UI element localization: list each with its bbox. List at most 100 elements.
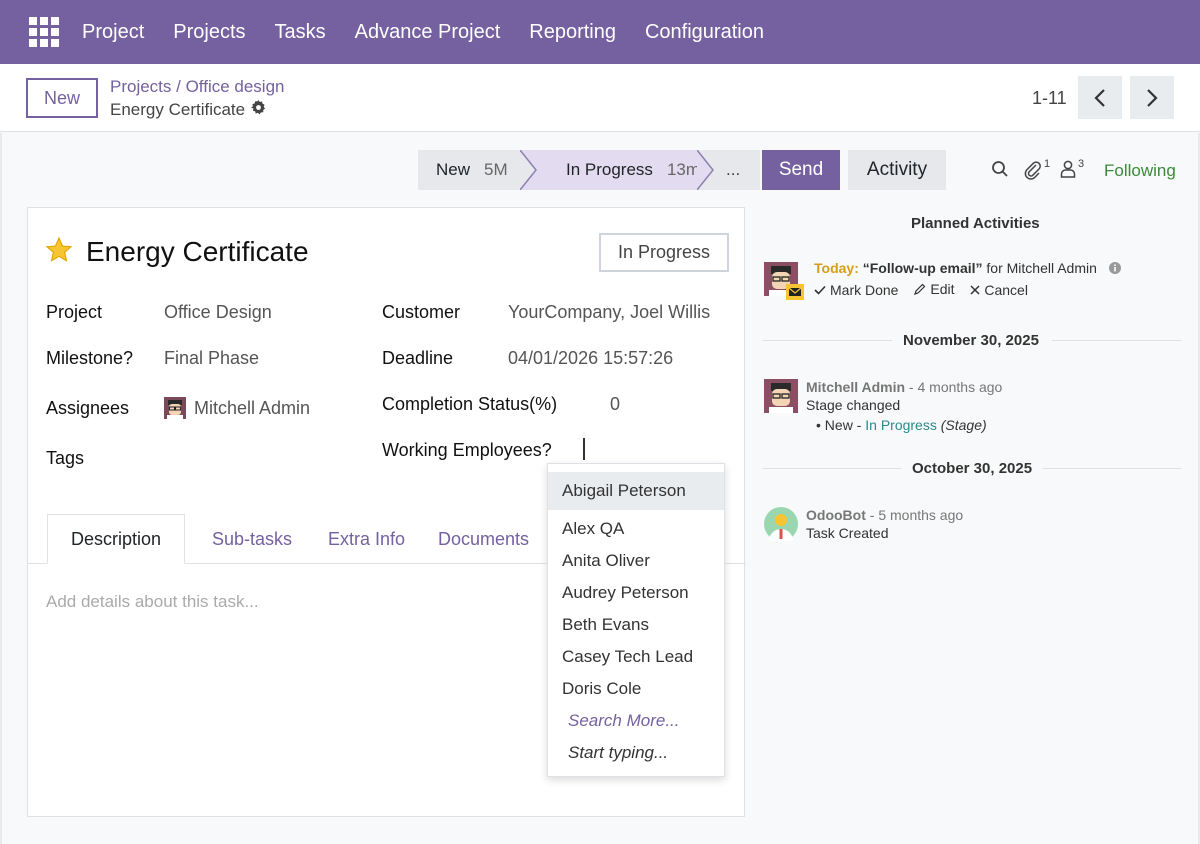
edit-activity-button[interactable]: Edit	[914, 281, 954, 297]
assignee-avatar	[164, 397, 186, 419]
working-employees-input[interactable]	[583, 438, 585, 460]
nav-advance-project[interactable]: Advance Project	[355, 21, 501, 44]
completion-label: Completion Status(%)	[382, 394, 558, 414]
assignees-label: Assignees	[46, 398, 130, 418]
tab-documents[interactable]: Documents	[438, 514, 529, 564]
tracking-old-value: New -	[824, 417, 866, 433]
stage-new[interactable]: New 5M	[418, 150, 536, 190]
milestone-label: Milestone?	[46, 348, 134, 368]
project-label: Project	[46, 302, 103, 322]
cancel-activity-button[interactable]: Cancel	[970, 282, 1028, 298]
nav-reporting[interactable]: Reporting	[529, 21, 616, 44]
stage-duration: 5M	[484, 160, 508, 179]
completion-field[interactable]: 0	[610, 394, 620, 415]
deadline-field[interactable]: 04/01/2026 15:57:26	[508, 348, 673, 369]
stage-label: New	[436, 160, 471, 179]
nav-configuration[interactable]: Configuration	[645, 21, 764, 44]
date-divider-line	[762, 340, 892, 341]
dropdown-option[interactable]: Audrey Peterson	[548, 577, 724, 609]
message-body: Task Created	[806, 525, 889, 541]
followers-button[interactable]: 3	[1060, 158, 1085, 178]
user-icon	[1060, 160, 1076, 178]
stage-statusbar: New 5M In Progress 13m ...	[418, 150, 760, 190]
activity-for: for Mitchell Admin	[986, 260, 1097, 276]
send-message-button[interactable]: Send	[762, 150, 840, 190]
pager-value[interactable]: 1-11	[1032, 88, 1067, 109]
employee-autocomplete-dropdown: Abigail Peterson Alex QA Anita Oliver Au…	[547, 463, 725, 777]
customer-field[interactable]: YourCompany, Joel Willis	[508, 302, 710, 323]
info-icon[interactable]	[1108, 261, 1121, 277]
tracking-new-value: In Progress	[865, 417, 937, 433]
deadline-label: Deadline	[382, 348, 454, 368]
search-more-option[interactable]: Search More...	[548, 705, 724, 737]
record-name: Energy Certificate	[110, 100, 266, 120]
message-author[interactable]: OdooBot	[806, 507, 866, 523]
assignee-field[interactable]: Mitchell Admin	[194, 398, 310, 419]
stage-in-progress[interactable]: In Progress 13m	[520, 150, 714, 190]
nav-tasks[interactable]: Tasks	[275, 21, 326, 44]
dropdown-option[interactable]: Casey Tech Lead	[548, 641, 724, 673]
pager-previous-button[interactable]	[1078, 76, 1122, 119]
stage-arrow-right	[697, 150, 714, 190]
activity-button[interactable]: Activity	[848, 150, 946, 190]
dropdown-option[interactable]: Doris Cole	[548, 673, 724, 705]
stage-arrow-left	[520, 150, 538, 190]
message-time: - 4 months ago	[905, 379, 1003, 395]
start-typing-hint: Start typing...	[568, 743, 669, 762]
tracking-value: • New - In Progress (Stage)	[816, 417, 987, 433]
search-messages-button[interactable]	[991, 160, 1009, 178]
stage-duration: 13m	[666, 160, 701, 179]
top-navbar: Project Projects Tasks Advance Project R…	[0, 0, 1200, 64]
activity-title: “Follow-up email”	[862, 260, 983, 276]
nav-app-project[interactable]: Project	[82, 21, 144, 44]
tab-extra-info[interactable]: Extra Info	[328, 514, 405, 564]
priority-star-icon[interactable]	[45, 236, 73, 269]
following-button[interactable]: Following	[1104, 161, 1176, 181]
new-button[interactable]: New	[26, 78, 98, 118]
nav-projects[interactable]: Projects	[173, 21, 245, 44]
gear-icon[interactable]	[251, 100, 266, 120]
tags-label: Tags	[46, 448, 85, 468]
stage-label: In Progress	[566, 160, 653, 179]
tab-description[interactable]: Description	[47, 514, 185, 564]
message-header: Mitchell Admin - 4 months ago	[806, 379, 1002, 395]
planned-activities-title: Planned Activities	[911, 215, 1040, 232]
dropdown-option[interactable]: Anita Oliver	[548, 545, 724, 577]
message-time: - 5 months ago	[865, 507, 964, 523]
message-author-avatar	[764, 379, 798, 413]
dropdown-option[interactable]: Beth Evans	[548, 609, 724, 641]
odoobot-avatar	[764, 507, 798, 541]
pager-next-button[interactable]	[1130, 76, 1174, 119]
dropdown-option[interactable]: Abigail Peterson	[548, 472, 724, 510]
followers-count: 3	[1078, 158, 1085, 170]
cancel-label: Cancel	[984, 282, 1028, 298]
project-field[interactable]: Office Design	[164, 302, 272, 323]
breadcrumb[interactable]: Projects / Office design	[110, 77, 285, 97]
close-icon	[970, 285, 980, 295]
message-author[interactable]: Mitchell Admin	[806, 379, 905, 395]
record-name-label: Energy Certificate	[110, 100, 246, 119]
task-state-badge[interactable]: In Progress	[599, 233, 729, 272]
chevron-right-icon	[1147, 88, 1158, 107]
pencil-icon	[914, 283, 926, 295]
date-divider-line	[1052, 340, 1182, 341]
tab-sub-tasks[interactable]: Sub-tasks	[212, 514, 292, 564]
task-title[interactable]: Energy Certificate	[86, 236, 309, 268]
date-divider-line	[762, 468, 902, 469]
milestone-field[interactable]: Final Phase	[164, 348, 259, 369]
mark-done-button[interactable]: Mark Done	[814, 282, 898, 298]
activity-date-label: Today:	[814, 260, 859, 276]
date-separator: October 30, 2025	[912, 460, 1033, 477]
envelope-icon	[786, 284, 804, 300]
edit-label: Edit	[930, 281, 955, 297]
description-editor[interactable]: Add details about this task...	[46, 592, 259, 612]
search-icon	[992, 161, 1008, 177]
date-divider-line	[1042, 468, 1182, 469]
message-header: OdooBot - 5 months ago	[806, 507, 963, 523]
dropdown-option[interactable]: Alex QA	[548, 513, 724, 545]
working-employees-label: Working Employees?	[382, 440, 552, 460]
apps-menu-icon[interactable]	[29, 17, 59, 47]
chevron-left-icon	[1094, 88, 1105, 107]
attachments-button[interactable]: 1	[1024, 158, 1051, 180]
attachments-count: 1	[1044, 158, 1051, 170]
